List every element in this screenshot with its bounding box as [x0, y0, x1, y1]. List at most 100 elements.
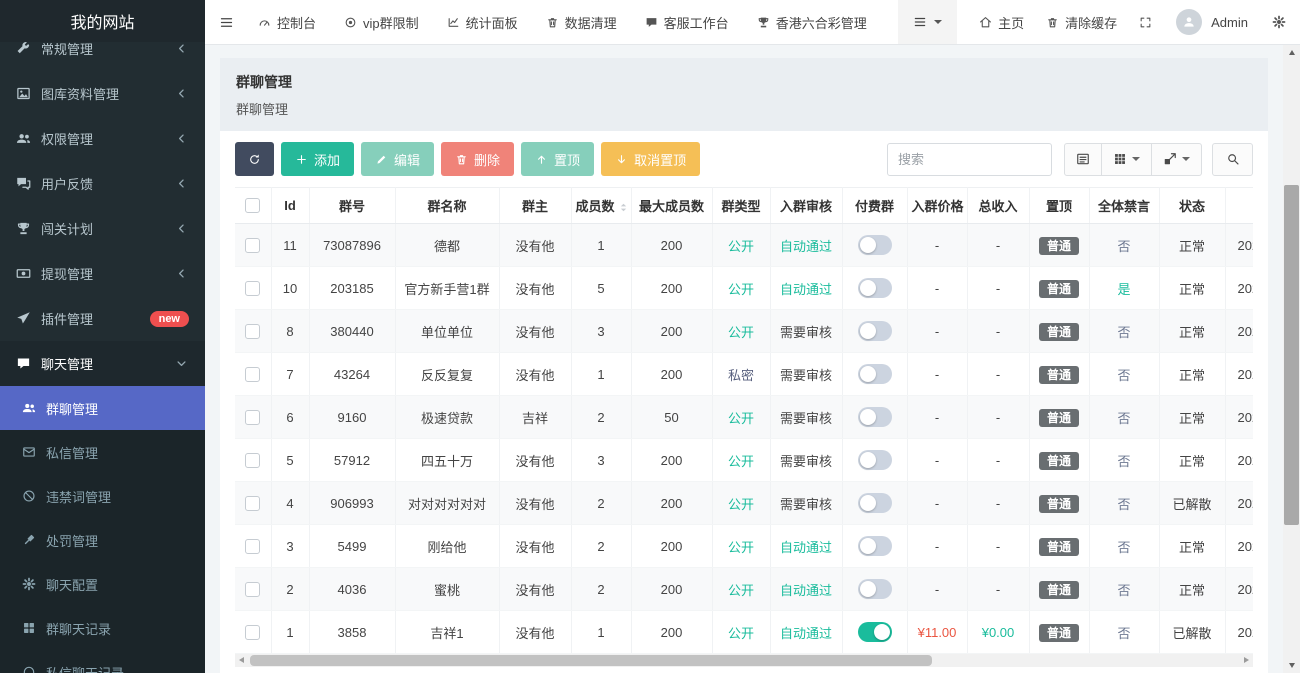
column-header[interactable]: 成员数	[571, 188, 631, 224]
row-checkbox[interactable]	[245, 625, 260, 640]
nav-item[interactable]: 数据清理	[546, 13, 617, 32]
sidebar-toggle-icon[interactable]	[219, 15, 234, 30]
nav-item[interactable]: vip群限制	[344, 13, 419, 32]
column-header[interactable]: 群主	[499, 188, 571, 224]
table-row[interactable]: 24036蜜桃没有他2200公开自动通过--普通否正常202	[235, 568, 1253, 611]
avatar[interactable]	[1176, 9, 1202, 35]
column-header[interactable]: 状态	[1159, 188, 1225, 224]
sidebar-item[interactable]: 闯关计划	[0, 206, 205, 251]
sidebar-subitem[interactable]: 私信管理	[0, 430, 205, 474]
edit-button[interactable]: 编辑	[361, 142, 434, 176]
column-header[interactable]: 总收入	[967, 188, 1029, 224]
horizontal-scrollbar[interactable]	[235, 654, 1253, 667]
sidebar-subitem[interactable]: 群聊管理	[0, 386, 205, 430]
user-name[interactable]: Admin	[1211, 15, 1248, 30]
sidebar-subitem[interactable]: 群聊天记录	[0, 606, 205, 650]
nav-item[interactable]: 香港六合彩管理	[757, 13, 867, 32]
export-dropdown-button[interactable]	[1151, 143, 1202, 176]
paid-toggle[interactable]	[858, 622, 892, 642]
nav-item[interactable]: 控制台	[258, 13, 316, 32]
row-checkbox[interactable]	[245, 367, 260, 382]
paid-toggle[interactable]	[858, 450, 892, 470]
sidebar-item[interactable]: 图库资料管理	[0, 71, 205, 116]
unpin-button[interactable]: 取消置顶	[601, 142, 700, 176]
sidebar-item[interactable]: 权限管理	[0, 116, 205, 161]
column-header[interactable]: 付费群	[842, 188, 907, 224]
row-checkbox[interactable]	[245, 453, 260, 468]
table-row[interactable]: 1173087896德都没有他1200公开自动通过--普通否正常202	[235, 224, 1253, 267]
scroll-right-arrow-icon[interactable]	[1244, 657, 1249, 663]
paid-toggle[interactable]	[858, 579, 892, 599]
table-row[interactable]: 35499刚给他没有他2200公开自动通过--普通否正常202	[235, 525, 1253, 568]
sidebar-subitem[interactable]: 违禁词管理	[0, 474, 205, 518]
column-header[interactable]: 入群价格	[907, 188, 967, 224]
fullscreen-button[interactable]	[1139, 16, 1152, 29]
column-header[interactable]: 群名称	[395, 188, 499, 224]
paid-toggle[interactable]	[858, 536, 892, 556]
paid-toggle[interactable]	[858, 278, 892, 298]
paid-toggle[interactable]	[858, 321, 892, 341]
search-submit-button[interactable]	[1212, 143, 1253, 176]
columns-dropdown-button[interactable]	[1101, 143, 1152, 176]
column-header[interactable]: 入群审核	[770, 188, 842, 224]
nav-home[interactable]: 主页	[979, 13, 1024, 32]
row-checkbox[interactable]	[245, 539, 260, 554]
row-checkbox[interactable]	[245, 582, 260, 597]
nav-item[interactable]: 客服工作台	[645, 13, 729, 32]
settings-button[interactable]	[1272, 15, 1286, 29]
horizontal-scrollbar-thumb[interactable]	[250, 655, 932, 666]
column-header[interactable]: 群号	[309, 188, 395, 224]
detail-view-button[interactable]	[1064, 143, 1102, 176]
row-checkbox[interactable]	[245, 238, 260, 253]
table-row[interactable]: 13858吉祥1没有他1200公开自动通过¥11.00¥0.00普通否已解散20…	[235, 611, 1253, 654]
select-all-checkbox[interactable]	[245, 198, 260, 213]
scroll-up-arrow[interactable]	[1283, 45, 1300, 60]
row-checkbox[interactable]	[245, 410, 260, 425]
table-cell: 否	[1089, 482, 1159, 525]
paid-toggle[interactable]	[858, 407, 892, 427]
row-checkbox-cell	[235, 525, 271, 568]
scroll-left-arrow-icon[interactable]	[239, 657, 244, 663]
table-cell: 没有他	[499, 267, 571, 310]
paid-toggle[interactable]	[858, 364, 892, 384]
vertical-scrollbar-thumb[interactable]	[1284, 185, 1299, 525]
sidebar-subitem[interactable]: 处罚管理	[0, 518, 205, 562]
column-header[interactable]: 全体禁言	[1089, 188, 1159, 224]
sidebar-subitem[interactable]: 聊天配置	[0, 562, 205, 606]
nav-list-dropdown[interactable]	[898, 0, 957, 44]
nav-item-label: 香港六合彩管理	[776, 13, 867, 32]
delete-button[interactable]: 删除	[441, 142, 514, 176]
table-row[interactable]: 4906993对对对对对对没有他2200公开需要审核--普通否已解散202	[235, 482, 1253, 525]
refresh-button[interactable]	[235, 142, 274, 176]
pin-button[interactable]: 置顶	[521, 142, 594, 176]
scroll-down-arrow[interactable]	[1283, 658, 1300, 673]
nav-clear-cache[interactable]: 清除缓存	[1046, 13, 1117, 32]
column-header[interactable]: Id	[271, 188, 309, 224]
sidebar-item[interactable]: 用户反馈	[0, 161, 205, 206]
table-row[interactable]: 557912四五十万没有他3200公开需要审核--普通否正常202	[235, 439, 1253, 482]
add-button[interactable]: 添加	[281, 142, 354, 176]
table-row[interactable]: 743264反反复复没有他1200私密需要审核--普通否正常202	[235, 353, 1253, 396]
nav-item[interactable]: 统计面板	[447, 13, 518, 32]
table-row[interactable]: 69160极速贷款吉祥250公开需要审核--普通否正常202	[235, 396, 1253, 439]
sidebar-item[interactable]: 聊天管理	[0, 341, 205, 386]
column-header[interactable]: 群类型	[712, 188, 770, 224]
column-header[interactable]: 最大成员数	[631, 188, 712, 224]
table-row[interactable]: 10203185官方新手营1群没有他5200公开自动通过--普通是正常202	[235, 267, 1253, 310]
column-header[interactable]: 置顶	[1029, 188, 1089, 224]
vertical-scrollbar[interactable]	[1283, 45, 1300, 673]
row-checkbox[interactable]	[245, 496, 260, 511]
paid-toggle[interactable]	[858, 235, 892, 255]
paid-toggle[interactable]	[858, 493, 892, 513]
row-checkbox[interactable]	[245, 281, 260, 296]
sidebar-item[interactable]: 插件管理new	[0, 296, 205, 341]
table-cell: 私密	[712, 353, 770, 396]
sidebar-subitem[interactable]: 私信聊天记录	[0, 650, 205, 673]
search-input[interactable]	[887, 143, 1052, 176]
app-logo[interactable]: 我的网站	[0, 0, 205, 42]
table-row[interactable]: 8380440单位单位没有他3200公开需要审核--普通否正常202	[235, 310, 1253, 353]
row-checkbox[interactable]	[245, 324, 260, 339]
column-header[interactable]	[1225, 188, 1253, 224]
sidebar-item[interactable]: 提现管理	[0, 251, 205, 296]
table-cell: 否	[1089, 224, 1159, 267]
